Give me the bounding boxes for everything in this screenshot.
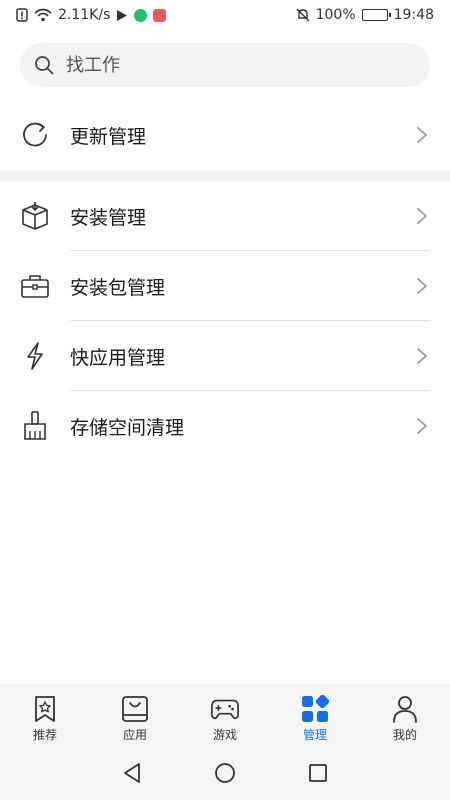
wifi-icon [34,8,52,22]
nav-label-apps: 应用 [122,728,147,742]
play-store-icon [116,9,128,22]
package-management-label: 安装包管理 [70,276,166,299]
refresh-icon [20,120,50,150]
app-notification-icon [134,8,148,22]
battery-percent: 100% [315,7,356,23]
storage-cleanup-label: 存储空间清理 [70,416,185,439]
status-bar: 2.11K/s 100% 19:48 [0,0,450,30]
briefcase-icon [20,271,50,301]
bottom-nav: 推荐 应用 游戏 管理 我的 [0,684,450,750]
manage-grid-icon [300,694,330,724]
search-input[interactable] [66,54,366,76]
box-download-icon [20,201,50,231]
broom-icon [20,411,50,441]
store-notification-icon [153,8,167,22]
alert-icon [16,8,28,22]
star-bookmark-icon [30,694,60,724]
nav-label-recommend: 推荐 [32,728,57,742]
nav-label-manage: 管理 [302,728,327,742]
clock: 19:48 [393,7,434,23]
storage-cleanup-item[interactable]: 存储空间清理 [0,391,450,461]
package-management-item[interactable]: 安装包管理 [0,251,450,321]
chevron-right-icon [416,126,428,144]
mute-bell-icon [296,8,310,22]
nav-tab-mine[interactable]: 我的 [360,684,450,750]
nav-label-mine: 我的 [392,728,417,742]
nav-tab-apps[interactable]: 应用 [90,684,180,750]
search-bar[interactable] [20,43,430,87]
back-triangle-icon[interactable] [122,762,142,788]
install-management-label: 安装管理 [70,206,147,229]
chevron-right-icon [416,417,428,435]
chevron-right-icon [416,207,428,225]
lightning-icon [20,341,50,371]
nav-label-games: 游戏 [212,728,237,742]
nav-tab-games[interactable]: 游戏 [180,684,270,750]
battery-icon [361,9,391,21]
section-divider [0,171,450,181]
update-management-label: 更新管理 [70,125,147,148]
person-icon [390,694,420,724]
quick-app-management-label: 快应用管理 [70,346,166,369]
home-circle-icon[interactable] [214,762,236,788]
chevron-right-icon [416,347,428,365]
install-management-item[interactable]: 安装管理 [0,181,450,251]
app-store-bag-icon [120,694,150,724]
net-speed: 2.11K/s [58,7,111,23]
recents-square-icon[interactable] [308,763,328,787]
update-management-item[interactable]: 更新管理 [0,100,450,170]
search-icon [34,55,54,75]
app-screen: 2.11K/s 100% 19:48 更新管理 [0,0,450,800]
status-right: 100% 19:48 [296,7,434,23]
quick-app-management-item[interactable]: 快应用管理 [0,321,450,391]
status-left: 2.11K/s [16,7,167,23]
nav-tab-manage[interactable]: 管理 [270,684,360,750]
chevron-right-icon [416,277,428,295]
gamepad-icon [210,694,240,724]
nav-tab-recommend[interactable]: 推荐 [0,684,90,750]
system-nav-bar [0,750,450,800]
